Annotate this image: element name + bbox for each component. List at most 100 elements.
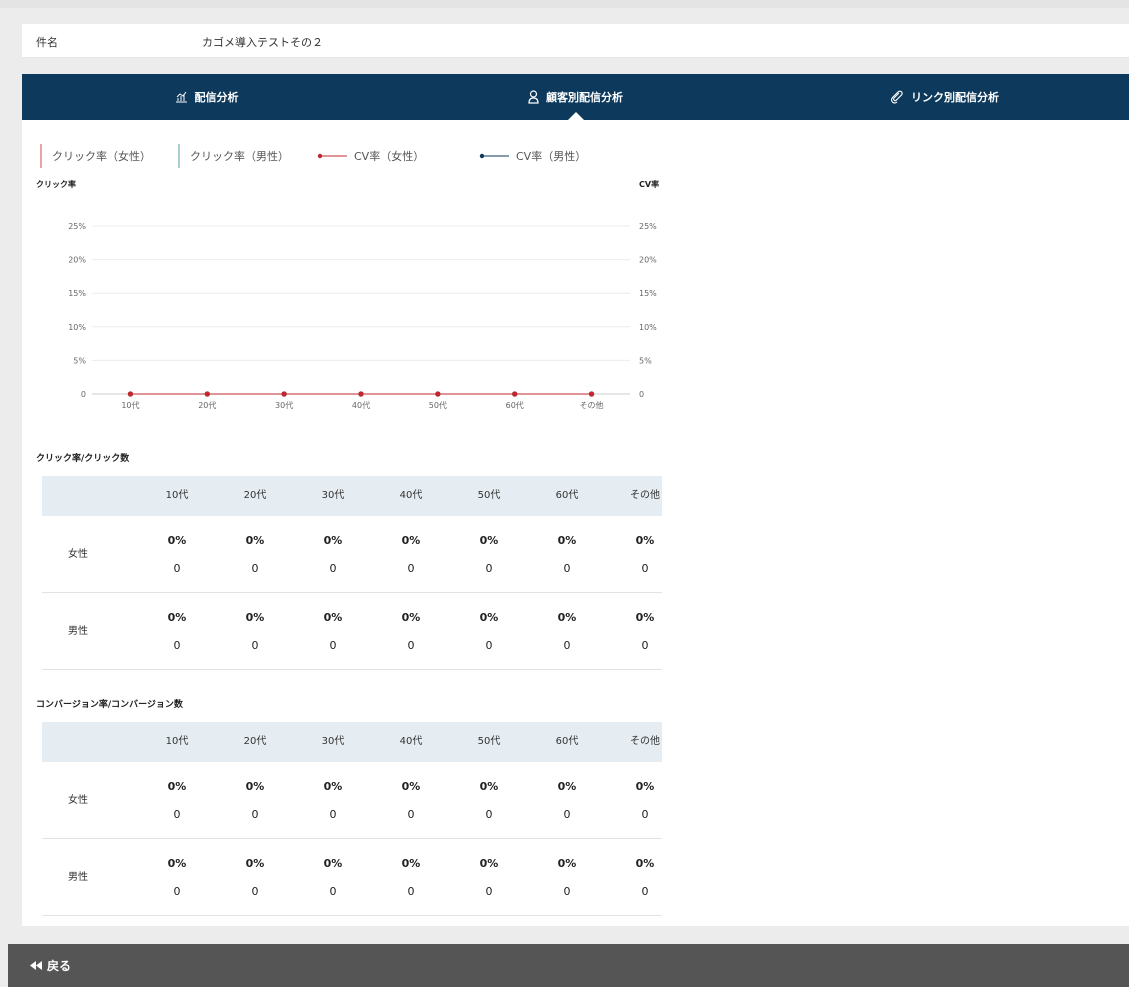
top-strip <box>0 0 1129 8</box>
count-cell: 0 <box>485 808 493 821</box>
back-button[interactable]: 戻る <box>30 944 71 987</box>
rate-cell: 0% <box>323 534 343 547</box>
click-table: 10代 20代 30代 40代 50代 60代 その他 女性 0% 0% 0% … <box>42 476 662 670</box>
col-header: 50代 <box>477 736 501 747</box>
col-header: その他 <box>630 736 660 747</box>
data-point <box>588 391 595 397</box>
y-tick-label-right: 5% <box>639 356 652 365</box>
data-point <box>127 391 134 397</box>
col-header: 50代 <box>477 490 501 501</box>
rate-cell: 0% <box>167 780 187 793</box>
y-tick-label-left: 10% <box>68 323 86 332</box>
x-tick-label: 50代 <box>429 400 447 410</box>
legend-label: クリック率（男性） <box>190 150 289 163</box>
legend-click-rate-male[interactable]: クリック率（男性） <box>178 144 289 168</box>
rate-cell: 0% <box>323 611 343 624</box>
paperclip-icon <box>890 90 904 104</box>
legend-swatch <box>178 144 180 168</box>
x-tick-label: 40代 <box>352 400 370 410</box>
table-header: 10代 20代 30代 40代 50代 60代 その他 <box>42 476 662 516</box>
row-label: 女性 <box>68 795 88 806</box>
double-left-arrow-icon <box>30 961 42 970</box>
analysis-tabs: 配信分析 顧客別配信分析 リンク別配信分析 <box>22 74 1129 120</box>
y-tick-label-left: 20% <box>68 256 86 265</box>
y-tick-label-left: 15% <box>68 289 86 298</box>
rate-cell: 0% <box>635 857 655 870</box>
y-tick-label-right: 0 <box>639 390 644 399</box>
count-cell: 0 <box>563 885 571 898</box>
legend-label: CV率（女性） <box>354 150 425 163</box>
x-tick-label: 10代 <box>121 400 139 410</box>
rate-cell: 0% <box>245 611 265 624</box>
tab-label: 顧客別配信分析 <box>546 91 623 104</box>
data-point <box>281 391 287 397</box>
y-tick-label-left: 25% <box>68 222 86 231</box>
data-point <box>512 391 518 397</box>
count-cell: 0 <box>251 885 259 898</box>
col-header: 10代 <box>165 736 189 747</box>
count-cell: 0 <box>173 562 181 575</box>
rate-cell: 0% <box>479 534 499 547</box>
legend-label: クリック率（女性） <box>52 150 151 163</box>
active-tab-pointer <box>568 112 584 120</box>
rate-cell: 0% <box>245 534 265 547</box>
tab-delivery-analysis[interactable]: 配信分析 <box>22 74 391 120</box>
rate-cell: 0% <box>401 857 421 870</box>
col-header: 40代 <box>399 736 423 747</box>
rate-cell: 0% <box>167 611 187 624</box>
y-tick-label-right: 15% <box>639 289 657 298</box>
rate-cell: 0% <box>401 611 421 624</box>
count-cell: 0 <box>173 808 181 821</box>
legend-cv-rate-female[interactable]: CV率（女性） <box>317 144 424 168</box>
table-row: 女性 0% 0% 0% 0% 0% 0% 0% 0 0 0 0 0 0 0 <box>42 762 662 839</box>
table-row: 男性 0% 0% 0% 0% 0% 0% 0% 0 0 0 0 0 0 0 <box>42 839 662 916</box>
rate-cell: 0% <box>557 611 577 624</box>
legend-swatch <box>40 144 42 168</box>
rate-cell: 0% <box>479 780 499 793</box>
legend-line-swatch <box>479 150 509 163</box>
count-cell: 0 <box>329 639 337 652</box>
count-cell: 0 <box>563 808 571 821</box>
table-row: 男性 0% 0% 0% 0% 0% 0% 0% 0 0 0 0 0 0 0 <box>42 593 662 670</box>
count-cell: 0 <box>407 885 415 898</box>
col-header: 40代 <box>399 490 423 501</box>
cv-table: 10代 20代 30代 40代 50代 60代 その他 女性 0% 0% 0% … <box>42 722 662 916</box>
subject-value: カゴメ導入テストその２ <box>202 36 323 49</box>
y-axis-left-title: クリック率 <box>36 180 76 189</box>
count-cell: 0 <box>251 808 259 821</box>
rate-cell: 0% <box>245 857 265 870</box>
legend-click-rate-female[interactable]: クリック率（女性） <box>40 144 151 168</box>
x-tick-label: その他 <box>580 400 604 410</box>
count-cell: 0 <box>251 639 259 652</box>
col-header: 60代 <box>555 736 579 747</box>
rate-cell: 0% <box>479 857 499 870</box>
legend-cv-rate-male[interactable]: CV率（男性） <box>479 144 586 168</box>
count-cell: 0 <box>563 639 571 652</box>
table-row: 女性 0% 0% 0% 0% 0% 0% 0% 0 0 0 0 0 0 0 <box>42 516 662 593</box>
data-point <box>435 391 441 397</box>
y-tick-label-right: 25% <box>639 222 657 231</box>
data-point <box>204 391 210 397</box>
x-tick-label: 30代 <box>275 400 293 410</box>
row-label: 男性 <box>68 872 88 883</box>
count-cell: 0 <box>329 808 337 821</box>
count-cell: 0 <box>407 808 415 821</box>
col-header: 60代 <box>555 490 579 501</box>
tab-link-analysis[interactable]: リンク別配信分析 <box>760 74 1129 120</box>
count-cell: 0 <box>641 885 649 898</box>
rate-cell: 0% <box>401 534 421 547</box>
count-cell: 0 <box>407 562 415 575</box>
rate-cell: 0% <box>479 611 499 624</box>
count-cell: 0 <box>563 562 571 575</box>
analysis-panel: 配信分析 顧客別配信分析 リンク別配信分析 クリック率（女性） クリック率（男性… <box>22 74 1129 926</box>
rate-cell: 0% <box>557 857 577 870</box>
y-tick-label-left: 5% <box>73 356 86 365</box>
count-cell: 0 <box>407 639 415 652</box>
row-label: 男性 <box>68 626 88 637</box>
col-header: 20代 <box>243 736 267 747</box>
col-header: 30代 <box>321 736 345 747</box>
x-tick-label: 60代 <box>506 400 524 410</box>
rate-cell: 0% <box>323 780 343 793</box>
count-cell: 0 <box>485 885 493 898</box>
click-table-title: クリック率/クリック数 <box>36 454 130 464</box>
